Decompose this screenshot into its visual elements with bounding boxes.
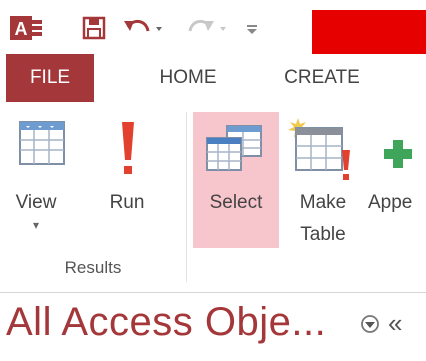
run-button[interactable]: Run bbox=[98, 114, 160, 224]
make-table-button[interactable]: Make Table bbox=[286, 112, 356, 248]
make-table-label-line1: Make bbox=[299, 192, 347, 213]
access-app-letter: A bbox=[15, 19, 28, 39]
customize-qat-icon[interactable] bbox=[236, 14, 268, 42]
select-query-icon bbox=[205, 124, 265, 179]
run-exclamation-icon bbox=[118, 120, 138, 185]
append-plus-icon bbox=[380, 136, 416, 177]
select-label: Select bbox=[209, 192, 263, 213]
save-icon[interactable] bbox=[80, 14, 108, 42]
append-button[interactable]: Appe bbox=[364, 112, 426, 248]
make-table-icon bbox=[288, 116, 352, 187]
view-label: View bbox=[15, 192, 57, 213]
redacted-title-area bbox=[312, 10, 426, 54]
tab-create[interactable]: CREATE bbox=[272, 54, 372, 102]
append-label: Appe bbox=[368, 192, 413, 213]
view-button[interactable]: View ▾ bbox=[8, 114, 72, 244]
group-separator bbox=[186, 112, 187, 282]
datasheet-view-icon bbox=[18, 120, 66, 171]
nav-pane-menu-icon[interactable] bbox=[360, 314, 380, 334]
undo-icon[interactable] bbox=[122, 14, 164, 42]
access-app-icon[interactable]: A bbox=[10, 14, 44, 42]
select-query-button[interactable]: Select bbox=[193, 112, 279, 248]
tab-file[interactable]: FILE bbox=[6, 54, 94, 102]
nav-pane-title[interactable]: All Access Obje... bbox=[6, 300, 326, 345]
make-table-label-line2: Table bbox=[300, 224, 346, 245]
tab-home[interactable]: HOME bbox=[138, 54, 238, 102]
view-dropdown-icon: ▾ bbox=[32, 218, 40, 232]
redo-icon bbox=[186, 14, 228, 42]
run-label: Run bbox=[109, 192, 145, 213]
results-group-label: Results bbox=[64, 258, 122, 277]
shutter-bar-collapse-icon[interactable]: « bbox=[388, 308, 402, 339]
